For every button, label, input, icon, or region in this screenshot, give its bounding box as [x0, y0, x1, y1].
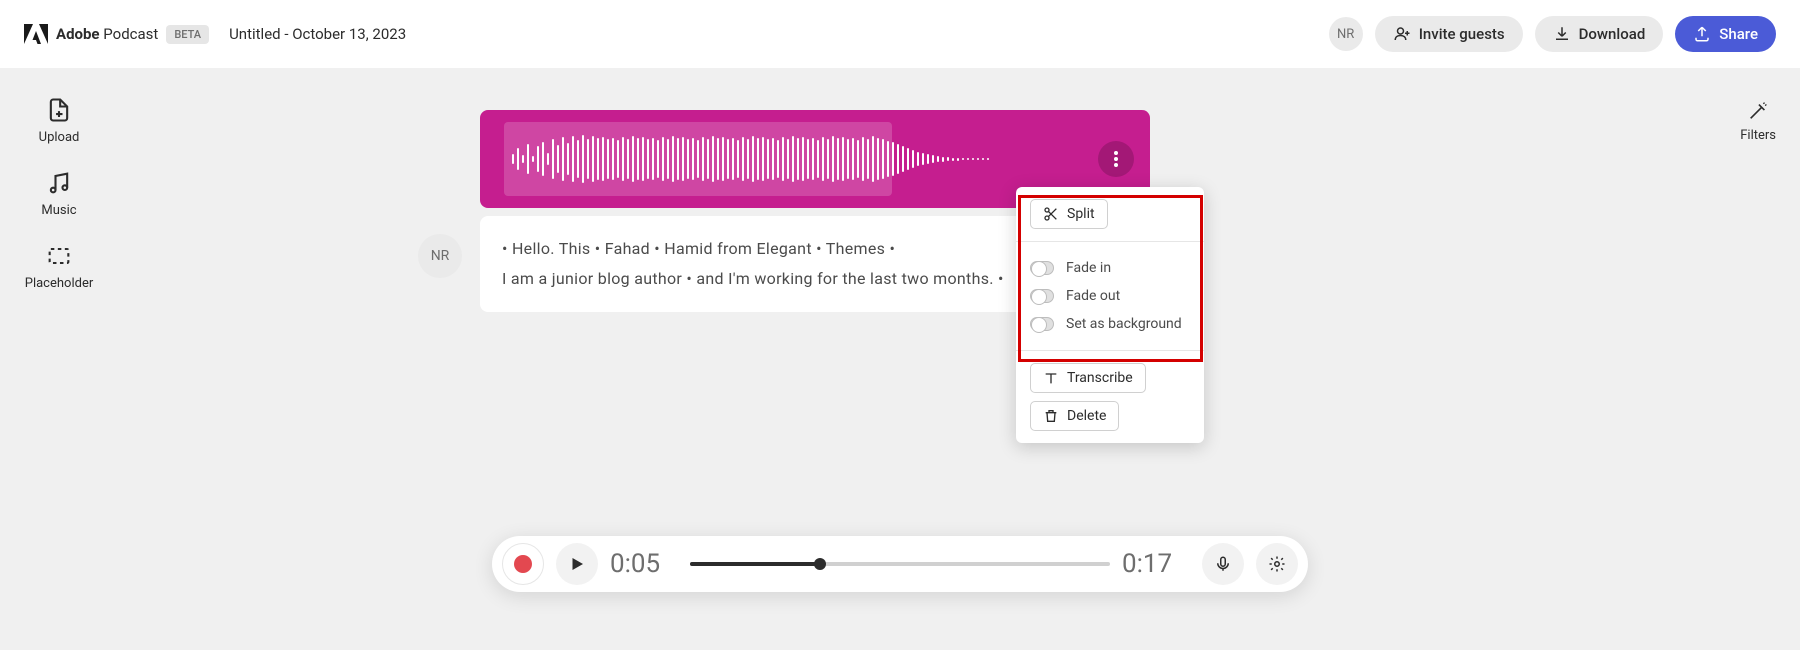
left-sidebar: Upload Music Placeholder	[0, 68, 118, 291]
project-title[interactable]: Untitled - October 13, 2023	[229, 25, 406, 43]
adobe-logo	[24, 22, 48, 46]
play-button[interactable]	[556, 543, 598, 585]
invite-guests-button[interactable]: Invite guests	[1375, 16, 1523, 52]
more-vertical-icon	[1114, 151, 1118, 167]
placeholder-icon	[45, 242, 73, 270]
record-icon	[514, 555, 532, 573]
mic-button[interactable]	[1202, 543, 1244, 585]
filters-icon	[1747, 100, 1769, 122]
share-button[interactable]: Share	[1675, 16, 1776, 52]
seek-track[interactable]	[690, 562, 1110, 566]
header-left: Adobe Podcast BETA Untitled - October 13…	[24, 22, 406, 46]
gear-icon	[1268, 555, 1286, 573]
record-button[interactable]	[502, 543, 544, 585]
sidebar-item-placeholder[interactable]: Placeholder	[25, 242, 94, 291]
sidebar-item-label: Music	[41, 203, 76, 218]
beta-badge: BETA	[166, 25, 209, 44]
seek-handle[interactable]	[814, 558, 826, 570]
sidebar-item-upload[interactable]: Upload	[39, 96, 80, 145]
player-bar: 0:05 0:17	[492, 536, 1308, 592]
brand: Adobe Podcast BETA	[24, 22, 209, 46]
person-add-icon	[1393, 25, 1411, 43]
clip-menu-button[interactable]	[1098, 141, 1134, 177]
fadeout-toggle[interactable]: Fade out	[1030, 282, 1190, 310]
avatar[interactable]: NR	[1329, 17, 1363, 51]
wave-bars	[512, 129, 989, 189]
header: Adobe Podcast BETA Untitled - October 13…	[0, 0, 1800, 68]
download-icon	[1553, 25, 1571, 43]
clip-context-menu: Split Fade in Fade out Set as background…	[1016, 187, 1204, 443]
transcribe-button[interactable]: Transcribe	[1030, 363, 1146, 393]
music-icon	[45, 169, 73, 197]
play-icon	[568, 555, 586, 573]
upload-icon	[45, 96, 73, 124]
brand-name: Adobe Podcast	[56, 25, 158, 43]
settings-button[interactable]	[1256, 543, 1298, 585]
trash-icon	[1043, 408, 1059, 424]
seek-fill	[690, 562, 820, 566]
setbg-toggle[interactable]: Set as background	[1030, 310, 1190, 338]
sidebar-item-label: Upload	[39, 130, 80, 145]
current-time: 0:05	[610, 549, 678, 579]
split-button[interactable]: Split	[1030, 199, 1108, 229]
download-button[interactable]: Download	[1535, 16, 1664, 52]
filters-button[interactable]: Filters	[1740, 100, 1776, 143]
sidebar-item-label: Placeholder	[25, 276, 94, 291]
mic-icon	[1214, 555, 1232, 573]
total-time: 0:17	[1122, 549, 1190, 579]
speaker-avatar[interactable]: NR	[418, 234, 462, 278]
sidebar-item-music[interactable]: Music	[41, 169, 76, 218]
header-right: NR Invite guests Download Share	[1329, 16, 1776, 52]
share-icon	[1693, 25, 1711, 43]
delete-button[interactable]: Delete	[1030, 401, 1119, 431]
text-icon	[1043, 370, 1059, 386]
fadein-toggle[interactable]: Fade in	[1030, 254, 1190, 282]
split-icon	[1043, 206, 1059, 222]
